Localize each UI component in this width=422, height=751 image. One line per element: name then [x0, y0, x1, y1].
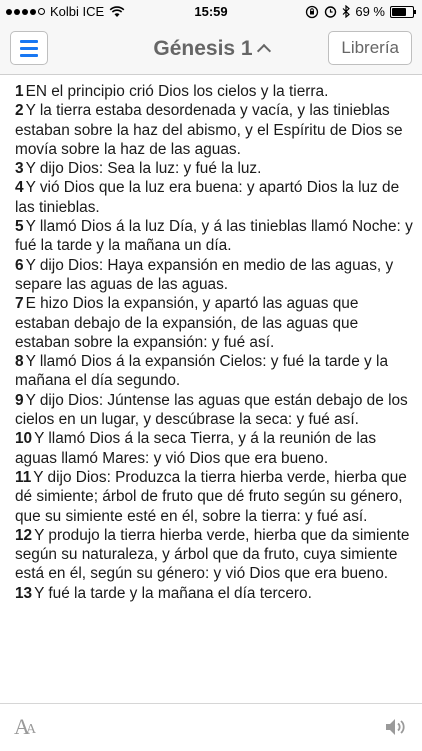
navigation-bar: Génesis 1 Librería	[0, 24, 422, 75]
battery-icon	[390, 5, 416, 18]
verse-text: Y la tierra estaba desordenada y vacía, …	[15, 102, 403, 158]
verse-number: 10	[15, 430, 33, 448]
verse-text: Y llamó Dios á la luz Día, y á las tinie…	[15, 218, 413, 255]
font-icon-small-letter: A	[26, 722, 37, 737]
verse-text: Y vió Dios que la luz era buena: y apart…	[15, 179, 400, 216]
battery-percent: 69 %	[355, 4, 385, 19]
bluetooth-icon	[342, 5, 351, 18]
verse-text: E hizo Dios la expansión, y apartó las a…	[15, 295, 359, 351]
verse-number: 12	[15, 526, 33, 544]
verse: 1 EN el principio crió Dios los cielos y …	[15, 82, 415, 101]
verse-text: Y llamó Dios á la expansión Cielos: y fu…	[15, 353, 389, 390]
alarm-icon	[325, 6, 337, 18]
verse: 6Y dijo Dios: Haya expansión en medio de…	[15, 256, 415, 295]
verse: 2Y la tierra estaba desordenada y vacía,…	[15, 101, 415, 159]
verse-number: 2	[15, 102, 24, 120]
verse-text: Y dijo Dios: Haya expansión en medio de …	[15, 256, 394, 293]
verse-text: Y dijo Dios: Júntense las aguas que está…	[15, 391, 408, 429]
verse-number: 6	[15, 256, 24, 274]
battery-level	[392, 7, 406, 16]
verse-number: 3	[15, 160, 24, 178]
verse: 3Y dijo Dios: Sea la luz: y fué la luz.	[15, 159, 415, 178]
verse-number: 13	[15, 584, 33, 602]
verse-text: Y dijo Dios: Sea la luz: y fué la luz.	[25, 160, 262, 178]
verse: 12 Y produjo la tierra hierba verde, hier…	[15, 526, 415, 584]
verse: 4Y vió Dios que la luz era buena: y apar…	[15, 178, 415, 217]
font-size-icon[interactable]: A A	[14, 714, 38, 740]
verse-number: 7	[15, 295, 24, 313]
verse: 11 Y dijo Dios: Produzca la tierra hierba…	[15, 468, 415, 526]
verse: 9Y dijo Dios: Júntense las aguas que est…	[15, 391, 415, 430]
status-right: 69 %	[305, 4, 416, 19]
verse: 5Y llamó Dios á la luz Día, y á las tini…	[15, 217, 415, 256]
verse-number: 11	[15, 468, 32, 486]
verse-text: Y fué la tarde y la mañana el día tercer…	[34, 584, 312, 602]
library-button[interactable]: Librería	[328, 31, 412, 65]
status-bar: Kolbi ICE 15:59 69 %	[0, 0, 422, 24]
verse-number: 1	[15, 83, 24, 100]
verse-text: Y dijo Dios: Produzca la tierra hierba v…	[15, 468, 407, 525]
verse-text: Y llamó Dios á la seca Tierra, y á la re…	[15, 430, 377, 467]
verse: 8Y llamó Dios á la expansión Cielos: y f…	[15, 352, 415, 391]
verse: 13 Y fué la tarde y la mañana el día terc…	[15, 584, 415, 603]
verse-number: 4	[15, 179, 24, 197]
verse-number: 9	[15, 391, 24, 409]
verse: 7E hizo Dios la expansión, y apartó las …	[15, 294, 415, 352]
rotation-lock-icon	[306, 5, 319, 18]
verse-text: EN el principio crió Dios los cielos y l…	[25, 83, 329, 100]
bottom-toolbar: A A	[0, 703, 422, 751]
verse-number: 5	[15, 218, 24, 236]
chapter-title-text: Génesis 1	[153, 37, 253, 60]
chevron-up-icon	[256, 43, 271, 59]
speaker-icon[interactable]	[384, 717, 410, 737]
chapter-text: 1 EN el principio crió Dios los cielos y …	[15, 82, 415, 603]
verse: 10 Y llamó Dios á la seca Tierra, y á la …	[15, 429, 415, 468]
verse-text: Y produjo la tierra hierba verde, hierba…	[15, 526, 410, 583]
verse-number: 8	[15, 353, 24, 371]
